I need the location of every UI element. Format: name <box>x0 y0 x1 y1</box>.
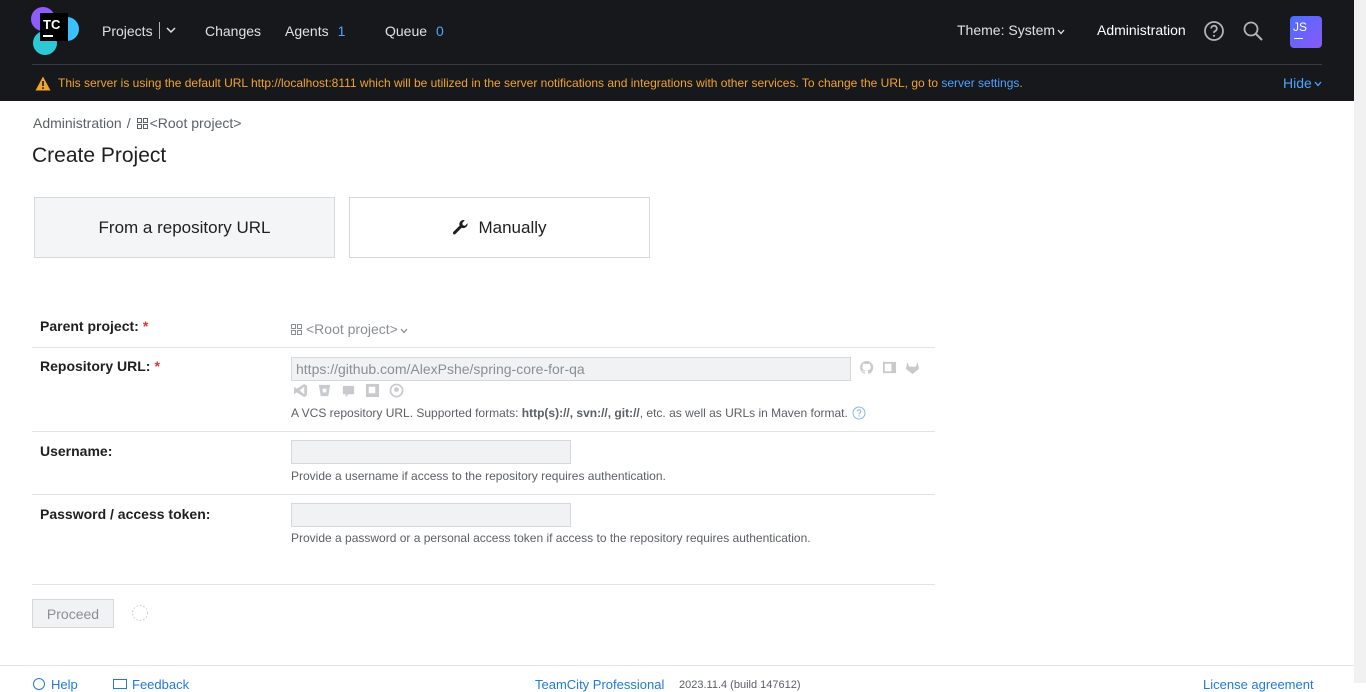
tab-manually-label: Manually <box>478 217 547 237</box>
administration-link[interactable]: Administration <box>1097 22 1186 38</box>
agents-count: 1 <box>337 23 346 39</box>
repository-url-input[interactable] <box>291 357 851 381</box>
azure-devops-icon[interactable] <box>293 383 308 398</box>
repo-hint-formats: http(s)://, svn://, git:// <box>521 406 640 420</box>
parent-project-row: Parent project: * <Root project> <box>32 308 935 348</box>
warning-message: This server is using the default URL htt… <box>58 76 942 90</box>
queue-count: 0 <box>436 23 444 39</box>
username-row: Username: Provide a username if access t… <box>32 432 935 495</box>
project-icon <box>136 118 148 129</box>
space-icon[interactable] <box>341 383 356 398</box>
wrench-icon <box>453 219 469 235</box>
projects-chevron-down-icon[interactable] <box>166 26 176 34</box>
footer-feedback-label: Feedback <box>132 677 190 692</box>
page-scrollbar[interactable] <box>1354 0 1366 683</box>
chevron-down-icon <box>400 328 408 334</box>
required-mark: * <box>142 318 149 334</box>
footer-help-label: Help <box>51 677 78 692</box>
password-hint: Provide a password or a personal access … <box>291 531 811 545</box>
github-enterprise-icon[interactable] <box>389 383 404 398</box>
warning-text: This server is using the default URL htt… <box>58 76 1023 90</box>
repository-url-hint: A VCS repository URL. Supported formats:… <box>291 406 866 420</box>
server-settings-link[interactable]: server settings <box>941 76 1019 90</box>
username-hint: Provide a username if access to the repo… <box>291 469 666 483</box>
hide-warning-button[interactable]: Hide <box>1283 75 1322 91</box>
repository-url-label-text: Repository URL: <box>40 358 151 374</box>
github-icon[interactable] <box>859 360 874 375</box>
footer-license-link[interactable]: License agreement <box>1203 677 1314 692</box>
proceed-button[interactable]: Proceed <box>32 599 114 628</box>
theme-selector[interactable]: Theme: System <box>957 22 1055 38</box>
tab-manually[interactable]: Manually <box>349 197 650 258</box>
breadcrumb-separator: / <box>126 115 131 131</box>
breadcrumb-root-project[interactable]: <Root project> <box>150 115 242 131</box>
footer-help-link[interactable]: Help <box>33 677 78 692</box>
footer-feedback-link[interactable]: Feedback <box>113 677 189 692</box>
nav-changes[interactable]: Changes <box>205 22 261 40</box>
gitlab-icon[interactable] <box>905 360 920 375</box>
bitbucket-cloud-icon[interactable] <box>317 383 332 398</box>
theme-label: Theme: System <box>957 22 1056 38</box>
footer-version: 2023.11.4 (build 147612) <box>679 679 801 691</box>
nav-queue[interactable]: Queue 0 <box>385 22 444 40</box>
teamcity-logo[interactable]: TC <box>31 7 79 55</box>
search-icon[interactable] <box>1242 20 1264 42</box>
help-icon[interactable] <box>1203 20 1225 42</box>
tab-from-repository-url[interactable]: From a repository URL <box>34 197 335 258</box>
nav-queue-label: Queue <box>385 23 428 39</box>
hide-label: Hide <box>1283 75 1312 91</box>
nav-agents[interactable]: Agents 1 <box>285 22 345 40</box>
parent-project-value: <Root project> <box>306 321 398 337</box>
loading-spinner-icon <box>132 605 148 621</box>
projects-separator <box>159 22 160 39</box>
gitea-icon[interactable] <box>365 383 380 398</box>
bitbucket-server-icon[interactable] <box>882 360 897 375</box>
theme-chevron-down-icon <box>1057 29 1065 35</box>
password-input[interactable] <box>291 503 571 527</box>
repository-url-row: Repository URL:* A VCS repository URL. S… <box>32 348 935 432</box>
footer-product-link[interactable]: TeamCity Professional <box>535 677 664 692</box>
avatar-initials: JS <box>1293 20 1308 34</box>
top-header: TC Projects Changes Agents 1 Queue 0 Theme… <box>0 0 1354 101</box>
parent-project-label-text: Parent project: <box>40 318 139 334</box>
question-icon[interactable] <box>852 406 866 420</box>
hide-chevron-down-icon <box>1314 81 1322 87</box>
mail-icon <box>113 679 127 689</box>
username-label: Username: <box>40 443 113 459</box>
required-mark: * <box>154 358 160 374</box>
repository-url-label: Repository URL: * <box>40 358 160 374</box>
footer-divider <box>0 665 1354 666</box>
repo-hint-prefix: A VCS repository URL. Supported formats: <box>291 406 522 420</box>
warning-suffix: . <box>1019 76 1023 90</box>
page-title: Create Project <box>32 144 167 167</box>
repo-hint-suffix: , etc. as well as URLs in Maven format. <box>639 406 848 420</box>
help-icon <box>33 678 45 690</box>
logo-text: TC <box>43 17 61 32</box>
tab-from-repository-url-label: From a repository URL <box>98 217 271 237</box>
main-navigation: TC Projects Changes Agents 1 Queue 0 Theme… <box>0 0 1354 64</box>
breadcrumb: Administration / <Root project> <box>33 115 241 131</box>
password-label: Password / access token: <box>40 506 211 522</box>
project-icon <box>291 324 302 335</box>
password-row: Password / access token: Provide a passw… <box>32 495 935 555</box>
parent-project-select[interactable]: <Root project> <box>291 321 408 337</box>
server-url-warning: This server is using the default URL htt… <box>0 65 1354 101</box>
form-divider <box>32 584 935 585</box>
nav-projects[interactable]: Projects <box>102 22 153 40</box>
user-avatar[interactable]: JS <box>1290 16 1322 48</box>
breadcrumb-administration[interactable]: Administration <box>33 115 122 131</box>
username-input[interactable] <box>291 440 571 464</box>
parent-project-label: Parent project: * <box>40 318 148 334</box>
nav-agents-label: Agents <box>285 23 329 39</box>
warning-icon <box>35 76 51 91</box>
